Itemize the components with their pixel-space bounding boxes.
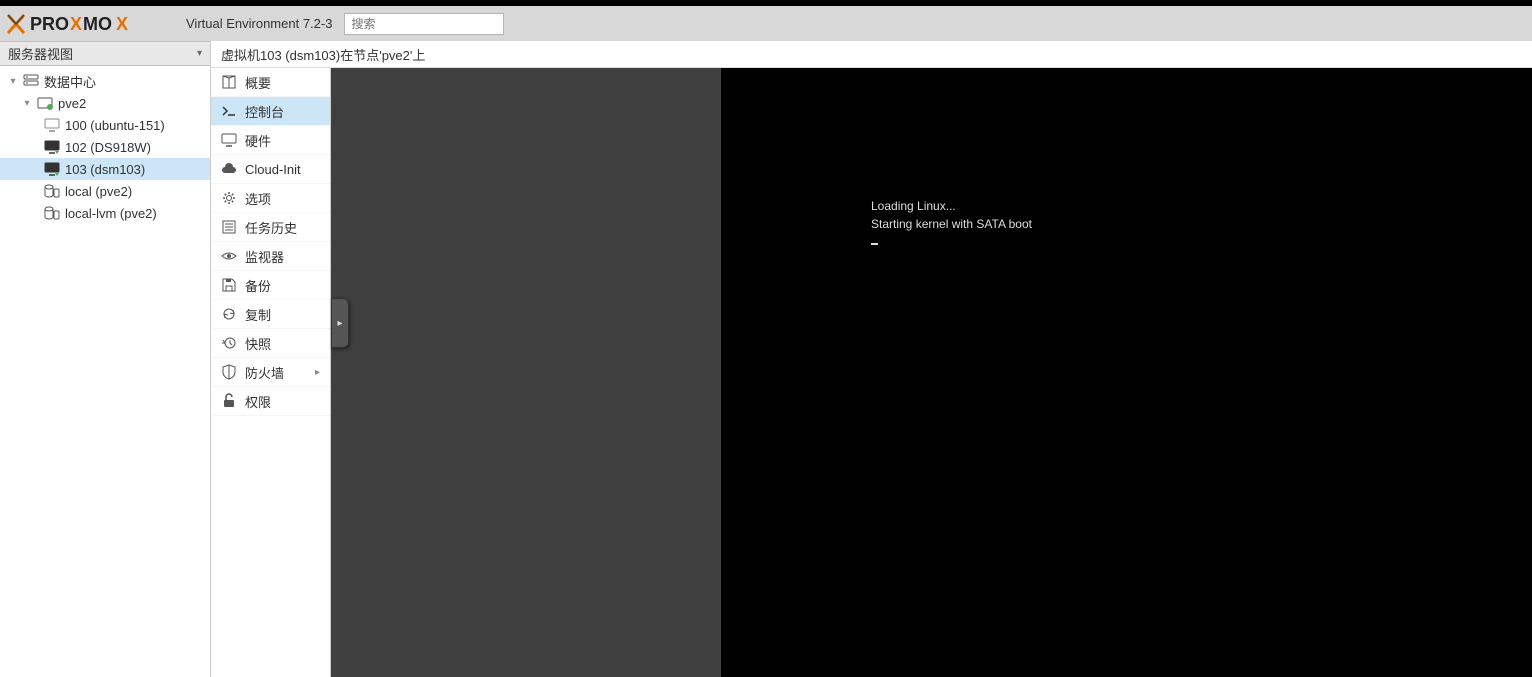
cloud-icon — [221, 161, 237, 177]
search-input[interactable] — [344, 13, 504, 35]
menu-item-options[interactable]: 选项 — [211, 184, 330, 213]
menu-item-label: 防火墙 — [245, 363, 284, 382]
resource-tree: ▾ 数据中心 ▾ pve2 100 (ubuntu-151) 102 (DS918W) 10… — [0, 66, 210, 677]
view-selector-dropdown[interactable]: 服务器视图 ▾ — [0, 41, 210, 66]
tree-item-locallvm[interactable]: local-lvm (pve2) — [0, 202, 210, 224]
tree-item-label: 103 (dsm103) — [65, 162, 145, 177]
menu-item-summary[interactable]: 概要 — [211, 68, 330, 97]
tree-item-vm102[interactable]: 102 (DS918W) — [0, 136, 210, 158]
menu-item-label: 硬件 — [245, 131, 271, 150]
storage-icon — [44, 183, 60, 199]
menu-item-backup[interactable]: 备份 — [211, 271, 330, 300]
tree-item-local[interactable]: local (pve2) — [0, 180, 210, 202]
tree-item-label: local (pve2) — [65, 184, 132, 199]
monitor-off-icon — [44, 117, 60, 133]
sync-icon — [221, 306, 237, 322]
monitor-on-icon — [44, 161, 60, 177]
vm-menu-panel: 概要 控制台 硬件 Cloud-Init 选项 任务历史 监视器 备份 复制 快… — [211, 68, 331, 677]
left-sidebar: 服务器视图 ▾ ▾ 数据中心 ▾ pve2 100 (ubuntu-151) 102 (D… — [0, 41, 211, 677]
menu-item-console[interactable]: 控制台 — [211, 97, 330, 126]
chevron-down-icon: ▾ — [197, 48, 202, 59]
svg-text:MO: MO — [83, 14, 112, 34]
menu-item-label: 概要 — [245, 73, 271, 92]
console-dark-margin — [331, 68, 721, 677]
tree-item-label: 100 (ubuntu-151) — [65, 118, 165, 133]
unlock-icon — [221, 393, 237, 409]
server-icon — [23, 73, 39, 89]
menu-item-taskhistory[interactable]: 任务历史 — [211, 213, 330, 242]
proxmox-logo: PRO X MO X — [6, 12, 176, 36]
menu-item-label: 控制台 — [245, 102, 284, 121]
menu-item-label: 任务历史 — [245, 218, 297, 237]
svg-text:PRO: PRO — [30, 14, 69, 34]
menu-item-monitor[interactable]: 监视器 — [211, 242, 330, 271]
breadcrumb: 虚拟机103 (dsm103)在节点'pve2'上 — [211, 41, 1532, 68]
book-icon — [221, 74, 237, 90]
history-icon — [221, 335, 237, 351]
chevron-right-icon: ▸ — [337, 318, 342, 329]
main-area: 服务器视图 ▾ ▾ 数据中心 ▾ pve2 100 (ubuntu-151) 102 (D… — [0, 41, 1532, 677]
menu-item-cloudinit[interactable]: Cloud-Init — [211, 155, 330, 184]
tree-item-datacenter[interactable]: ▾ 数据中心 — [0, 70, 210, 92]
tree-item-pve2[interactable]: ▾ pve2 — [0, 92, 210, 114]
storage-icon — [44, 205, 60, 221]
node-icon — [37, 95, 53, 111]
shield-icon — [221, 364, 237, 380]
console-line-1: Loading Linux... — [871, 199, 956, 213]
view-selector-label: 服务器视图 — [8, 44, 73, 63]
menu-item-label: 快照 — [245, 334, 271, 353]
menu-item-label: 复制 — [245, 305, 271, 324]
tree-item-label: local-lvm (pve2) — [65, 206, 157, 221]
menu-item-label: 权限 — [245, 392, 271, 411]
menu-item-label: 监视器 — [245, 247, 284, 266]
menu-item-replication[interactable]: 复制 — [211, 300, 330, 329]
chevron-right-icon: ▸ — [315, 367, 320, 378]
console-cursor — [871, 243, 878, 245]
monitor-icon — [221, 132, 237, 148]
gear-icon — [221, 190, 237, 206]
console-area: ▸ Loading Linux... Starting kernel with … — [331, 68, 1532, 677]
panel-collapse-handle[interactable]: ▸ — [331, 298, 349, 348]
ve-version-label: Virtual Environment 7.2-3 — [186, 16, 332, 31]
menu-item-label: Cloud-Init — [245, 162, 301, 177]
content-area: 虚拟机103 (dsm103)在节点'pve2'上 概要 控制台 硬件 Clou… — [211, 41, 1532, 677]
menu-item-hardware[interactable]: 硬件 — [211, 126, 330, 155]
tree-item-label: 数据中心 — [44, 72, 96, 91]
menu-item-label: 备份 — [245, 276, 271, 295]
monitor-on-icon — [44, 139, 60, 155]
vm-console-output[interactable]: Loading Linux... Starting kernel with SA… — [721, 68, 1532, 677]
breadcrumb-text: 虚拟机103 (dsm103)在节点'pve2'上 — [221, 45, 425, 64]
tree-item-label: pve2 — [58, 96, 86, 111]
menu-item-snapshot[interactable]: 快照 — [211, 329, 330, 358]
tree-item-vm103[interactable]: 103 (dsm103) — [0, 158, 210, 180]
eye-icon — [221, 248, 237, 264]
terminal-icon — [221, 103, 237, 119]
list-icon — [221, 219, 237, 235]
menu-item-firewall[interactable]: 防火墙 ▸ — [211, 358, 330, 387]
menu-item-permissions[interactable]: 权限 — [211, 387, 330, 416]
tree-item-label: 102 (DS918W) — [65, 140, 151, 155]
svg-text:X: X — [116, 14, 128, 34]
tree-toggle-icon[interactable]: ▾ — [8, 76, 18, 87]
menu-item-label: 选项 — [245, 189, 271, 208]
content-body: 概要 控制台 硬件 Cloud-Init 选项 任务历史 监视器 备份 复制 快… — [211, 68, 1532, 677]
header-bar: PRO X MO X Virtual Environment 7.2-3 — [0, 6, 1532, 41]
tree-item-vm100[interactable]: 100 (ubuntu-151) — [0, 114, 210, 136]
save-icon — [221, 277, 237, 293]
console-line-2: Starting kernel with SATA boot — [871, 217, 1032, 231]
svg-text:X: X — [70, 14, 82, 34]
tree-toggle-icon[interactable]: ▾ — [22, 98, 32, 109]
